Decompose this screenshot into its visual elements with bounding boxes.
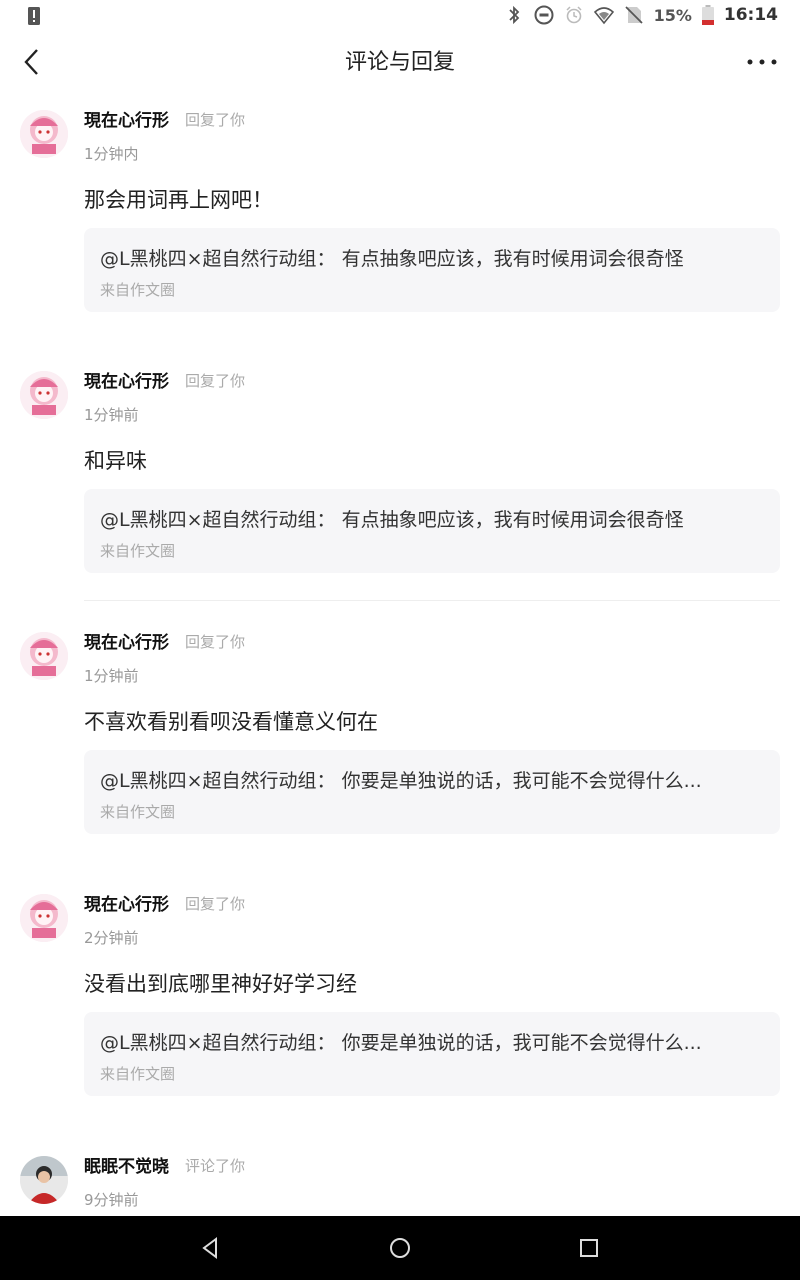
quoted-comment[interactable]: @L黑桃四×超自然行动组： 你要是单独说的话，我可能不会觉得什么... 来自作文… <box>84 750 780 834</box>
dnd-icon <box>534 5 554 25</box>
timestamp: 1分钟前 <box>84 406 139 424</box>
avatar[interactable] <box>20 894 68 942</box>
recents-square-icon[interactable] <box>575 1234 603 1262</box>
action-label: 回复了你 <box>185 895 246 913</box>
battery-low-icon <box>701 5 714 25</box>
timestamp: 1分钟内 <box>84 145 139 163</box>
home-circle-icon[interactable] <box>386 1234 414 1262</box>
action-label: 回复了你 <box>185 633 246 651</box>
quote-text: 有点抽象吧应该，我有时候用词会很奇怪 <box>341 509 684 531</box>
quote-source: 来自作文圈 <box>100 542 176 560</box>
reply-content: 那会用词再上网吧！ <box>84 188 273 212</box>
reply-content: 不喜欢看别看呗没看懂意义何在 <box>84 710 378 734</box>
username[interactable]: 現在心行形 <box>84 628 169 653</box>
quote-source: 来自作文圈 <box>100 803 176 821</box>
quoted-comment[interactable]: @L黑桃四×超自然行动组： 有点抽象吧应该，我有时候用词会很奇怪 来自作文圈 <box>84 489 780 573</box>
status-bar: 15% 16:14 <box>0 0 800 34</box>
page-title: 评论与回复 <box>344 50 455 75</box>
no-sim-icon <box>624 6 643 24</box>
quoted-comment[interactable]: @L黑桃四×超自然行动组： 你要是单独说的话，我可能不会觉得什么... 来自作文… <box>84 1012 780 1096</box>
anime-avatar-image <box>20 371 68 419</box>
wifi-icon <box>593 7 614 25</box>
quote-author: @L黑桃四×超自然行动组： <box>100 770 336 792</box>
reply-content: 和异味 <box>84 449 147 473</box>
quote-source: 来自作文圈 <box>100 281 176 299</box>
anime-avatar-image <box>20 110 68 158</box>
status-icons: 15% 16:14 <box>504 5 778 25</box>
bluetooth-icon <box>508 5 519 25</box>
photo-avatar-image <box>20 1156 68 1204</box>
timestamp: 1分钟前 <box>84 667 139 685</box>
action-label: 回复了你 <box>185 111 246 129</box>
battery-percent: 15% <box>653 5 692 25</box>
system-nav-bar <box>0 1216 800 1280</box>
quote-author: @L黑桃四×超自然行动组： <box>100 509 336 531</box>
alarm-icon <box>566 6 582 24</box>
avatar[interactable] <box>20 1156 68 1204</box>
clock: 16:14 <box>723 5 778 25</box>
list-item[interactable]: 眠眠不觉晓 评论了你 9分钟前 <box>0 1142 800 1216</box>
quoted-comment[interactable]: @L黑桃四×超自然行动组： 有点抽象吧应该，我有时候用词会很奇怪 来自作文圈 <box>84 228 780 312</box>
quote-author: @L黑桃四×超自然行动组： <box>100 248 336 270</box>
avatar[interactable] <box>20 632 68 680</box>
reply-content: 没看出到底哪里神好好学习经 <box>84 972 357 996</box>
back-triangle-icon[interactable] <box>196 1234 224 1262</box>
anime-avatar-image <box>20 632 68 680</box>
username[interactable]: 眠眠不觉晓 <box>84 1152 169 1177</box>
header-bar: 评论与回复 <box>0 34 800 90</box>
list-item[interactable]: 現在心行形 回复了你 1分钟前 和异味 @L黑桃四×超自然行动组： 有点抽象吧应… <box>0 357 800 597</box>
notification-icon <box>28 7 40 25</box>
divider <box>84 600 780 601</box>
quote-text: 有点抽象吧应该，我有时候用词会很奇怪 <box>341 248 684 270</box>
quote-author: @L黑桃四×超自然行动组： <box>100 1032 336 1054</box>
timestamp: 9分钟前 <box>84 1191 139 1209</box>
list-item[interactable]: 現在心行形 回复了你 2分钟前 没看出到底哪里神好好学习经 @L黑桃四×超自然行… <box>0 880 800 1120</box>
anime-avatar-image <box>20 894 68 942</box>
action-label: 评论了你 <box>185 1157 246 1175</box>
quote-text: 你要是单独说的话，我可能不会觉得什么... <box>341 1032 702 1054</box>
username[interactable]: 現在心行形 <box>84 890 169 915</box>
timestamp: 2分钟前 <box>84 929 139 947</box>
avatar[interactable] <box>20 110 68 158</box>
avatar[interactable] <box>20 371 68 419</box>
action-label: 回复了你 <box>185 372 246 390</box>
quote-text: 你要是单独说的话，我可能不会觉得什么... <box>341 770 702 792</box>
username[interactable]: 現在心行形 <box>84 367 169 392</box>
quote-source: 来自作文圈 <box>100 1065 176 1083</box>
more-dots-icon[interactable] <box>744 48 780 76</box>
list-item[interactable]: 現在心行形 回复了你 1分钟内 那会用词再上网吧！ @L黑桃四×超自然行动组： … <box>0 96 800 336</box>
username[interactable]: 現在心行形 <box>84 106 169 131</box>
list-item[interactable]: 現在心行形 回复了你 1分钟前 不喜欢看别看呗没看懂意义何在 @L黑桃四×超自然… <box>0 618 800 858</box>
